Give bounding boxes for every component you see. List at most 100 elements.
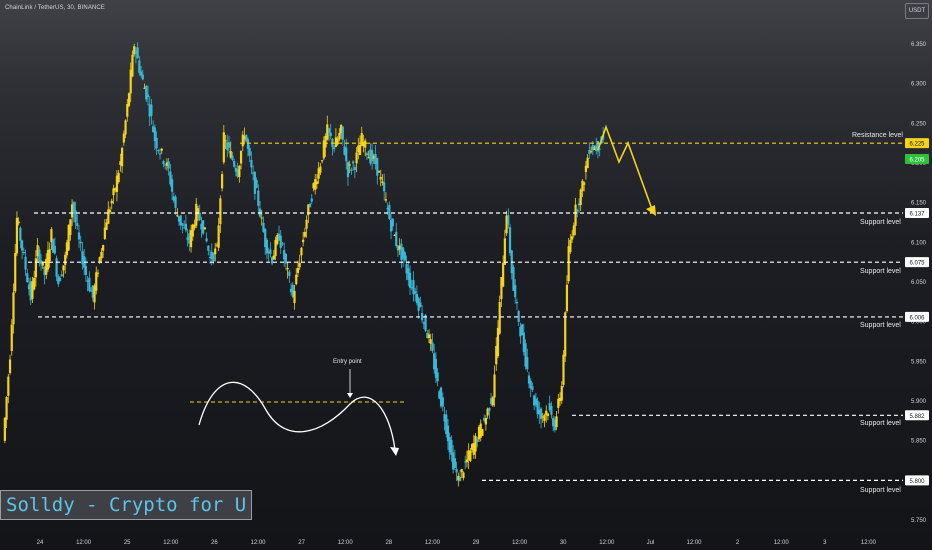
price-chart[interactable]: 6.3506.3006.2506.2006.1506.1006.0506.000…: [0, 0, 932, 550]
candle-body: [21, 240, 24, 251]
candle-body: [281, 243, 284, 245]
candle-body: [526, 357, 529, 370]
candle-body: [279, 235, 282, 248]
candle-body: [195, 203, 198, 226]
candle-body: [408, 272, 412, 288]
candle-body: [227, 142, 231, 148]
candle-body: [150, 104, 153, 116]
candle-body: [102, 245, 105, 251]
candle-body: [319, 166, 322, 173]
chart-stage[interactable]: 6.3506.3006.2506.2006.1506.1006.0506.000…: [0, 0, 932, 550]
candle-body: [379, 177, 382, 180]
y-tick-label: 6.250: [911, 121, 927, 127]
candle-body: [100, 251, 103, 259]
candle-body: [333, 147, 336, 150]
candle-body: [207, 245, 210, 251]
candle-body: [34, 258, 37, 278]
candle-body: [574, 204, 577, 226]
candle-body: [95, 272, 98, 291]
candle-body: [414, 291, 417, 294]
candle-body: [462, 472, 465, 478]
y-tick-label: 6.100: [911, 240, 927, 246]
candle-body: [69, 219, 72, 235]
projection-path: [597, 124, 654, 213]
x-tick-label: 27: [298, 540, 305, 546]
candle-body: [338, 133, 341, 140]
candle-body: [17, 221, 20, 224]
x-tick-label: 30: [560, 540, 567, 546]
candle-body: [515, 301, 519, 304]
candle-body: [62, 265, 65, 271]
candle-body: [365, 153, 369, 156]
x-tick-label: 12:00: [250, 540, 266, 546]
candle-body: [222, 132, 225, 163]
candle-body: [284, 253, 287, 264]
candle-body: [355, 152, 358, 164]
entry-point-label: Entry point: [333, 359, 362, 365]
x-tick-label: 3: [823, 540, 827, 546]
support-level-label-2: Support level: [860, 268, 901, 275]
candle-body: [564, 312, 567, 357]
candle-body: [22, 252, 25, 254]
current-price-value: 6.205: [909, 158, 925, 164]
candle-body: [493, 374, 496, 398]
candle-body: [219, 198, 222, 225]
candle-body: [295, 274, 298, 285]
candle-body: [441, 397, 444, 407]
candle-body: [502, 262, 505, 287]
candle-body: [531, 386, 534, 390]
y-tick-label: 5.950: [911, 359, 927, 365]
candle-body: [212, 253, 215, 262]
candle-body: [110, 200, 113, 204]
candle-body: [77, 232, 81, 240]
x-tick-label: 25: [124, 540, 131, 546]
x-tick-label: 12:00: [425, 540, 441, 546]
candle-body: [184, 223, 187, 231]
candle-body: [308, 203, 312, 208]
candle-body: [136, 47, 139, 59]
price-badge-value: 6.137: [909, 211, 925, 217]
y-tick-label: 6.350: [911, 42, 927, 48]
candle-body: [569, 239, 572, 253]
price-badge-value: 5.800: [909, 479, 925, 485]
candle-body: [419, 302, 422, 307]
candle-body: [300, 247, 303, 256]
x-tick-label: 12:00: [599, 540, 615, 546]
candle-body: [205, 238, 208, 242]
candle-body: [427, 334, 431, 339]
candle-body: [141, 74, 144, 80]
candle-body: [508, 227, 512, 254]
candle-body: [10, 324, 13, 351]
x-tick-label: Jul: [647, 540, 655, 546]
candle-body: [122, 133, 125, 143]
candle-body: [202, 220, 205, 234]
candle-body: [302, 239, 305, 243]
candle-body: [158, 153, 162, 155]
candle-body: [138, 60, 141, 73]
candle-body: [60, 274, 63, 277]
y-tick-label: 6.150: [911, 201, 927, 207]
candle-body: [260, 217, 263, 219]
candle-body: [576, 210, 579, 212]
candle-body: [239, 150, 243, 164]
candle-body: [589, 151, 593, 153]
candle-body: [5, 396, 8, 420]
candle-body: [53, 245, 56, 254]
x-tick-label: 2: [736, 540, 740, 546]
candle-body: [265, 239, 269, 254]
currency-label[interactable]: USDT: [905, 3, 929, 19]
candle-body: [74, 210, 77, 223]
candle-body: [224, 140, 227, 142]
candle-body: [233, 161, 236, 167]
candle-body: [214, 248, 217, 255]
candle-body: [257, 190, 260, 206]
candle-body: [203, 227, 206, 230]
candle-body: [481, 429, 484, 436]
candle-body: [431, 342, 434, 351]
candle-body: [171, 179, 174, 192]
candle-body: [353, 167, 356, 170]
candle-body: [543, 415, 546, 421]
y-tick-label: 6.300: [911, 82, 927, 88]
candle-body: [514, 285, 517, 298]
y-tick-label: 5.750: [911, 518, 927, 524]
